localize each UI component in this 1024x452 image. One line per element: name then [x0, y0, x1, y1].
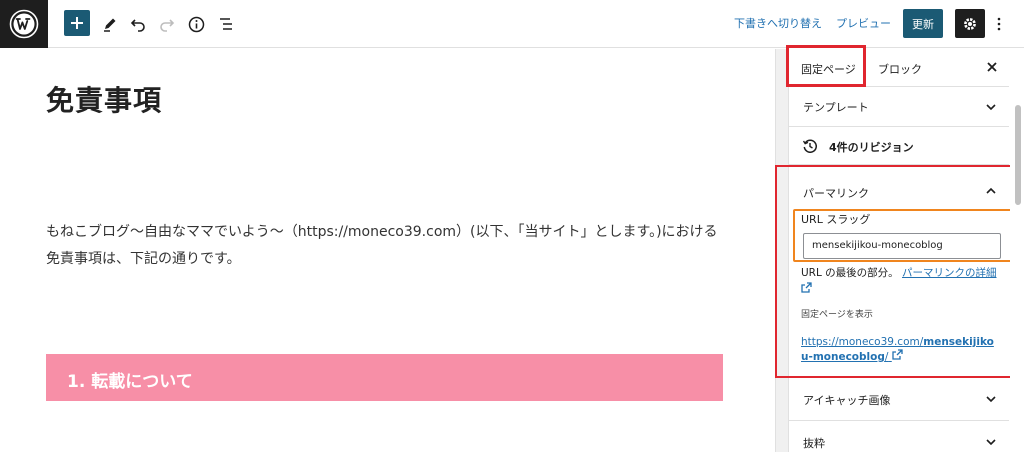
more-options-icon[interactable]: [991, 10, 1007, 38]
list-view-icon[interactable]: [212, 10, 240, 38]
sidebar-tabs: 固定ページ ブロック: [786, 45, 1009, 87]
heading-text: 1. 転載について: [67, 372, 193, 392]
close-icon[interactable]: [985, 60, 999, 74]
page-title[interactable]: 免責事項: [46, 79, 162, 119]
editor-toolbar: 下書きへ切り替え プレビュー 更新: [0, 0, 1024, 48]
chevron-down-icon: [986, 104, 996, 111]
tab-block[interactable]: ブロック: [878, 61, 922, 77]
add-block-button[interactable]: [64, 10, 90, 36]
permalink-highlight-box: [775, 165, 1022, 378]
tools-pencil-icon[interactable]: [96, 10, 124, 38]
revisions-label: 4件のリビジョン: [829, 141, 914, 154]
preview-button[interactable]: プレビュー: [836, 15, 891, 31]
chevron-down-icon: [986, 439, 996, 446]
template-panel[interactable]: テンプレート: [789, 87, 1009, 127]
featured-image-panel[interactable]: アイキャッチ画像: [789, 377, 1009, 421]
redo-icon[interactable]: [153, 10, 181, 38]
featured-image-title: アイキャッチ画像: [803, 394, 891, 407]
details-info-icon[interactable]: [182, 10, 210, 38]
paragraph-block[interactable]: もねこブログ〜自由なママでいよう〜（https://moneco39.com）(…: [46, 219, 726, 273]
wordpress-logo-icon[interactable]: [0, 0, 48, 48]
template-panel-title: テンプレート: [803, 101, 869, 114]
revisions-panel[interactable]: 4件のリビジョン: [789, 127, 1009, 165]
undo-icon[interactable]: [124, 10, 152, 38]
sidebar-scrollbar-thumb[interactable]: [1015, 105, 1021, 205]
revisions-clock-icon: [803, 139, 817, 153]
switch-to-draft-button[interactable]: 下書きへ切り替え: [734, 15, 822, 31]
settings-gear-icon[interactable]: [955, 9, 985, 38]
editor-canvas: 免責事項 もねこブログ〜自由なママでいよう〜（https://moneco39.…: [0, 49, 775, 452]
heading-block[interactable]: 1. 転載について: [46, 354, 723, 401]
chevron-down-icon: [986, 396, 996, 403]
tab-highlight-box: [786, 45, 866, 87]
excerpt-title: 抜粋: [803, 437, 825, 450]
excerpt-panel[interactable]: 抜粋: [789, 421, 1009, 452]
update-button[interactable]: 更新: [903, 9, 943, 38]
